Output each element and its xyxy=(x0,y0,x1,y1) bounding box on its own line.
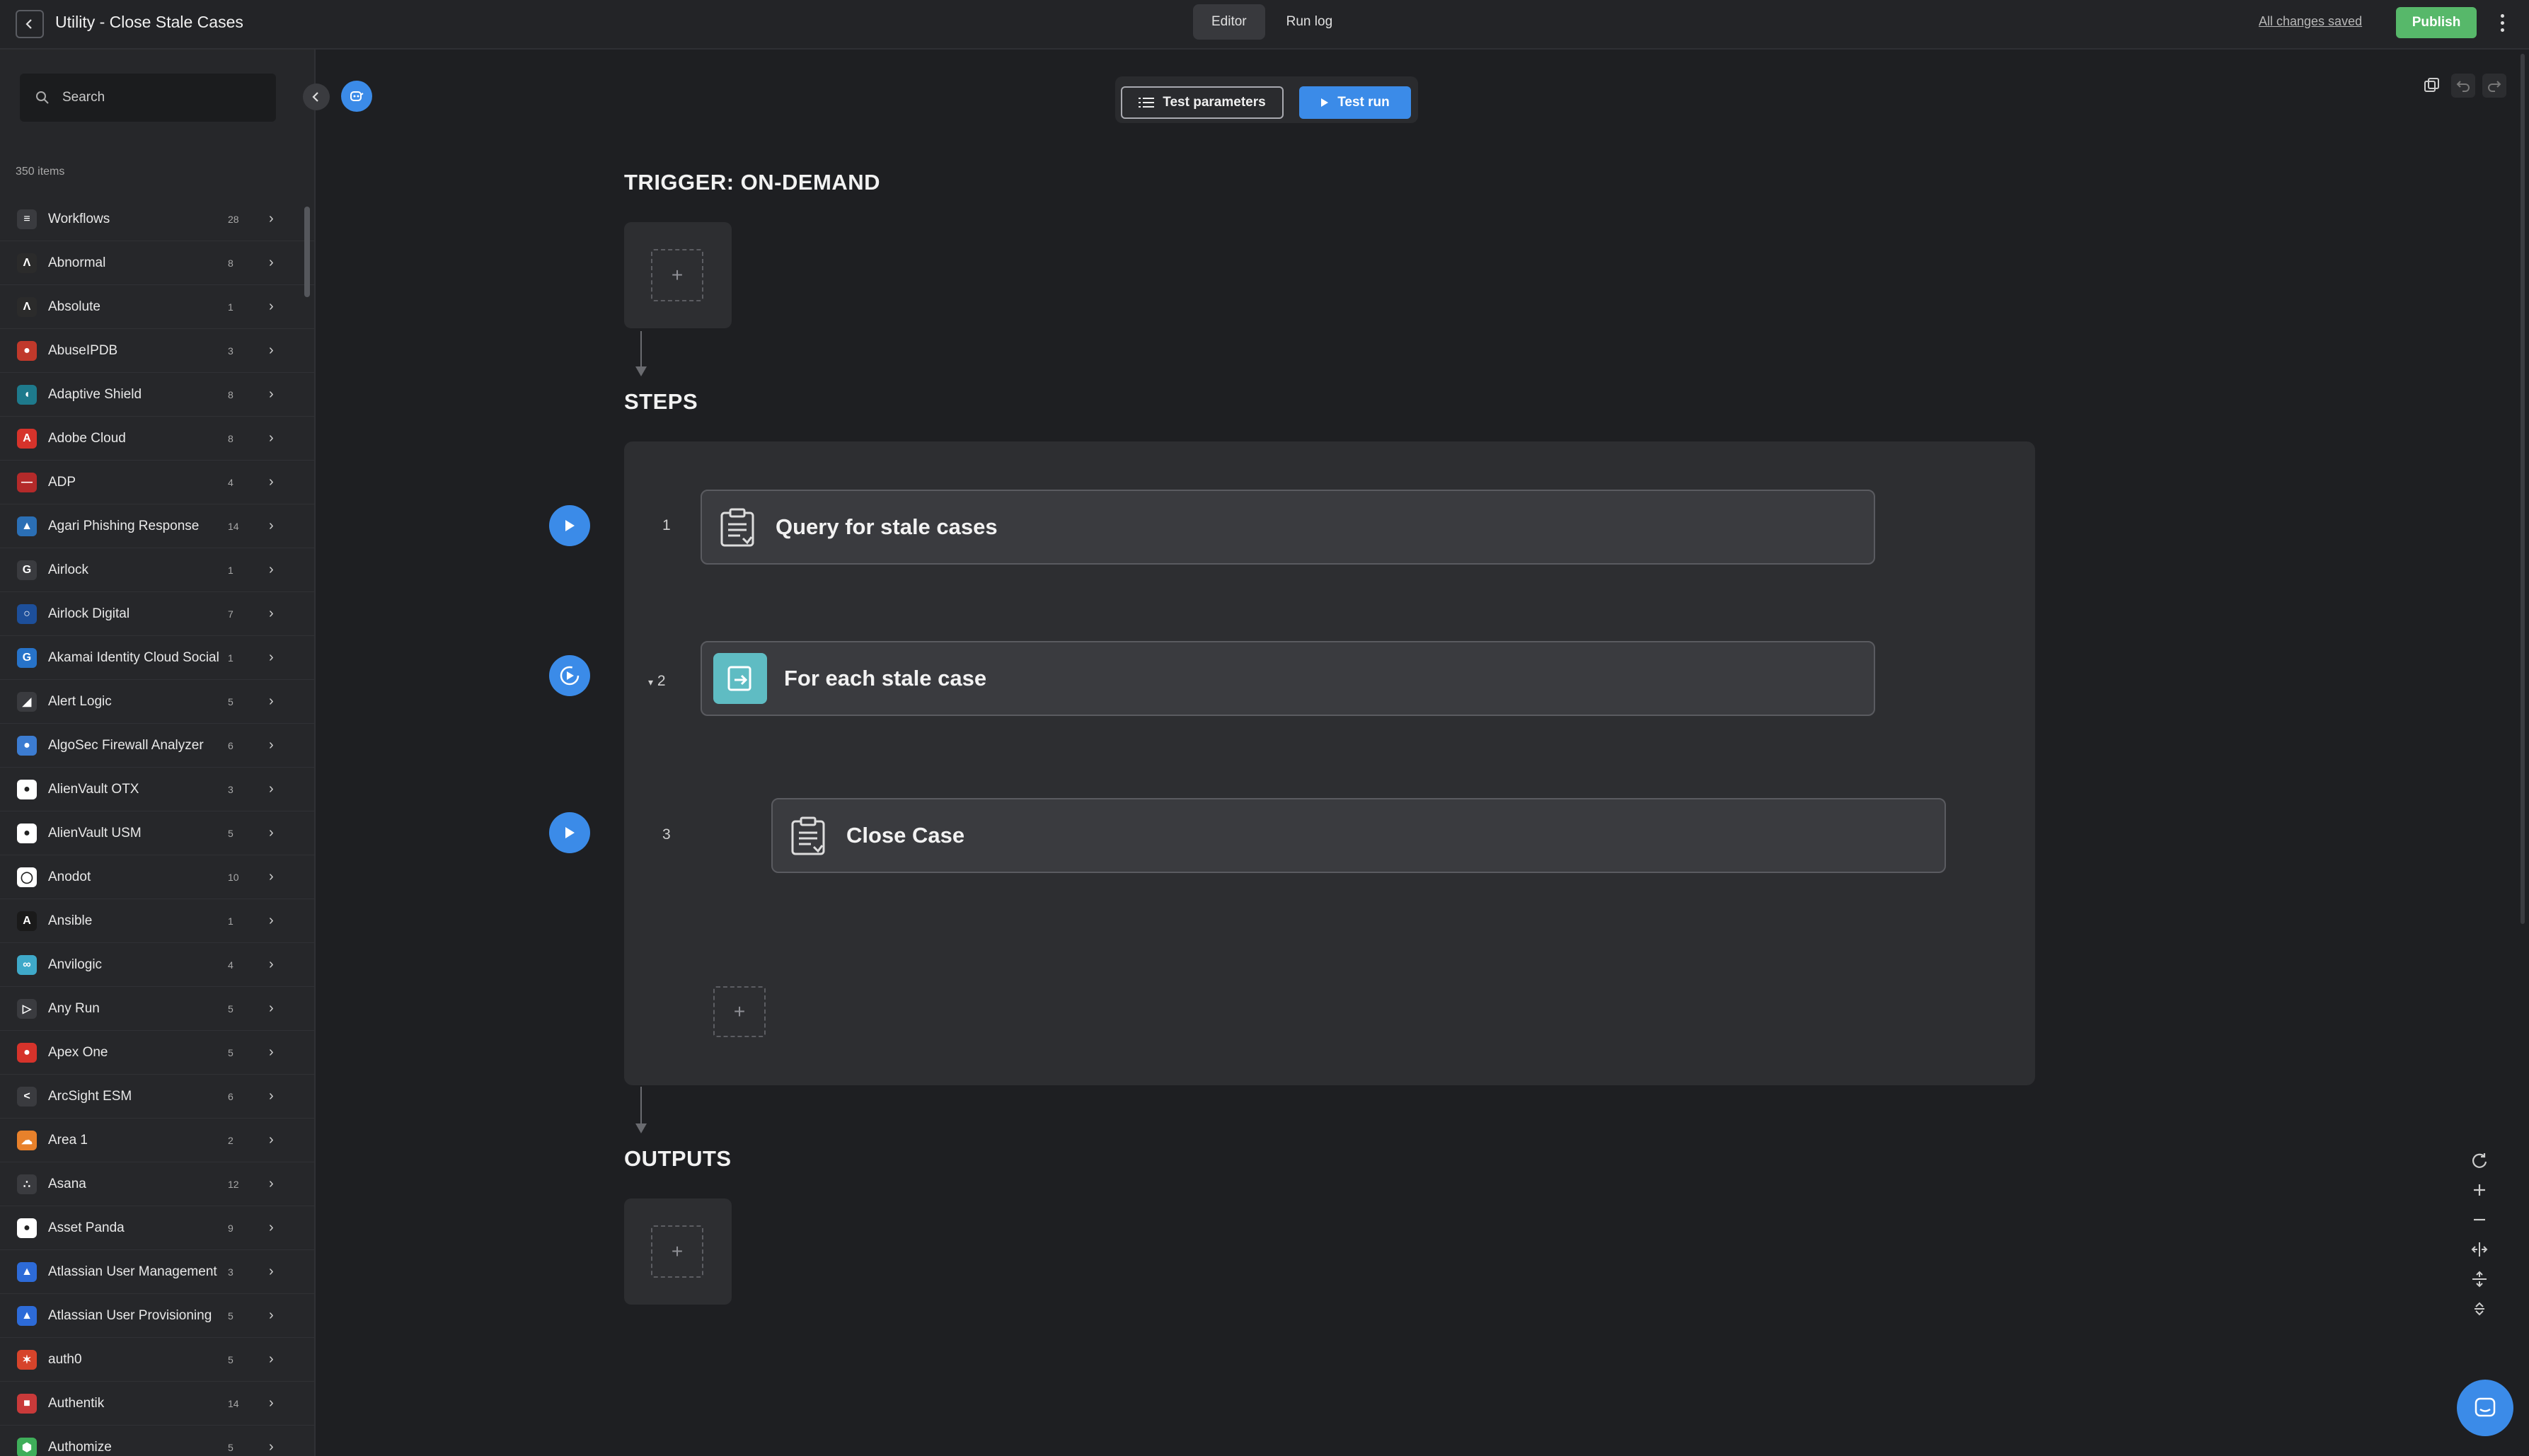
loop-play-icon xyxy=(560,666,580,686)
zoom-controls xyxy=(2465,1149,2494,1320)
zoom-in-icon[interactable] xyxy=(2465,1179,2494,1201)
outputs-box: + xyxy=(624,1198,732,1305)
chat-button[interactable] xyxy=(2457,1380,2513,1436)
fit-width-icon[interactable] xyxy=(2465,1238,2494,1261)
fit-height-icon[interactable] xyxy=(2465,1268,2494,1290)
run-loop-step-2-button[interactable] xyxy=(549,655,590,696)
expand-vertical-icon[interactable] xyxy=(2465,1298,2494,1320)
canvas-scrollbar[interactable] xyxy=(2521,54,2525,924)
step-number[interactable]: ▾ 2 xyxy=(648,673,666,690)
add-output-button[interactable]: + xyxy=(651,1225,703,1278)
trigger-title: TRIGGER: ON-DEMAND xyxy=(624,170,881,195)
trigger-box: + xyxy=(624,222,732,328)
add-step-button[interactable]: + xyxy=(713,986,766,1037)
play-icon xyxy=(565,520,575,531)
step-title: For each stale case xyxy=(784,666,987,691)
reset-view-icon[interactable] xyxy=(2465,1149,2494,1172)
plus-icon: + xyxy=(733,1000,746,1022)
zoom-out-icon[interactable] xyxy=(2465,1208,2494,1231)
step-number: 3 xyxy=(662,826,671,843)
clipboard-icon xyxy=(716,506,759,548)
step-card-close-case[interactable]: Close Case xyxy=(771,798,1946,873)
chat-icon xyxy=(2475,1397,2496,1417)
step-number: 1 xyxy=(662,517,671,533)
run-step-3-button[interactable] xyxy=(549,812,590,853)
caret-down-icon: ▾ xyxy=(648,676,654,688)
plus-icon: + xyxy=(671,1240,684,1262)
add-trigger-button[interactable]: + xyxy=(651,249,703,301)
clipboard-icon xyxy=(787,814,829,857)
loop-icon xyxy=(713,653,767,704)
run-step-1-button[interactable] xyxy=(549,505,590,546)
step-card-loop[interactable]: For each stale case xyxy=(701,641,1875,716)
plus-icon: + xyxy=(671,264,684,286)
step-title: Close Case xyxy=(846,823,965,848)
outputs-title: OUTPUTS xyxy=(624,1146,732,1171)
steps-title: STEPS xyxy=(624,389,698,414)
step-title: Query for stale cases xyxy=(776,514,998,539)
play-icon xyxy=(565,827,575,838)
step-card-query[interactable]: Query for stale cases xyxy=(701,490,1875,565)
